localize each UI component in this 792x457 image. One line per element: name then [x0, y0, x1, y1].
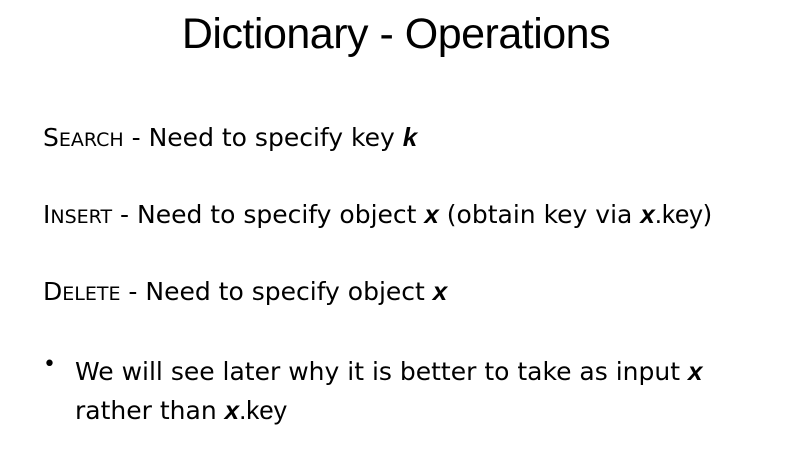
search-var: k — [402, 122, 418, 152]
search-desc: - Need to specify key — [123, 123, 403, 152]
bullet-dot: • — [43, 352, 56, 377]
insert-desc: - Need to specify object — [112, 200, 425, 229]
search-op: Search — [43, 123, 124, 152]
delete-op: Delete — [43, 277, 121, 306]
insert-var: x — [424, 199, 439, 229]
insert-var2: x — [640, 199, 655, 229]
delete-desc: - Need to specify object — [120, 277, 433, 306]
slide-title: Dictionary - Operations — [181, 10, 611, 58]
bullet-var-1: x — [687, 356, 703, 386]
insert-line: Insert - Need to specify object x (obtai… — [43, 199, 712, 230]
bullet-text: We will see later why it is better to ta… — [75, 352, 780, 430]
delete-var: x — [432, 276, 448, 306]
insert-op: Insert — [43, 200, 113, 229]
bullet-key: .key — [239, 395, 287, 425]
delete-line: Delete - Need to specify object x — [43, 276, 447, 307]
bullet-text-2: rather than — [75, 396, 225, 425]
insert-paren-text: (obtain key via — [438, 200, 641, 229]
bullet-var-2: x — [224, 395, 240, 425]
insert-key: .key — [654, 199, 703, 229]
bullet-text-1: We will see later why it is better to ta… — [75, 357, 688, 386]
search-line: Search - Need to specify key k — [43, 122, 417, 153]
insert-close-paren: ) — [702, 200, 713, 229]
